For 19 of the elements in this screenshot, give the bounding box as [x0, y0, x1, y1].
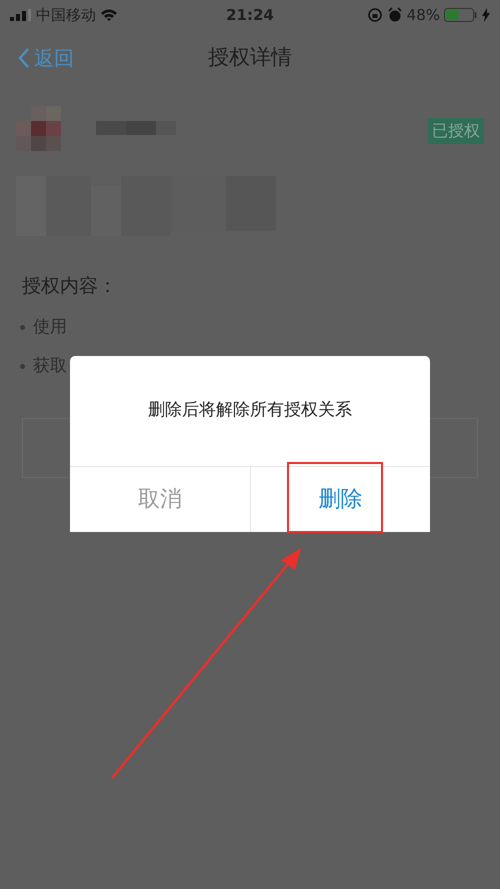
status-time: 21:24 — [226, 4, 274, 26]
page-title: 授权详情 — [208, 44, 292, 72]
charging-icon — [482, 8, 490, 22]
delete-button[interactable]: 删除 — [250, 466, 430, 532]
authorized-tag: 已授权 — [428, 118, 484, 144]
battery-icon — [444, 8, 478, 22]
dialog-message: 删除后将解除所有授权关系 — [148, 399, 352, 422]
signal-icon — [10, 9, 32, 21]
wifi-icon — [100, 8, 118, 22]
bullet-icon — [20, 364, 25, 370]
alarm-icon — [386, 7, 403, 23]
rotation-lock-icon — [366, 7, 383, 23]
battery-percent: 48% — [406, 4, 440, 26]
back-button[interactable]: 返回 — [0, 43, 74, 73]
carrier-name: 中国移动 — [36, 4, 96, 26]
section-title: 授权内容： — [21, 274, 118, 299]
bullet-icon — [20, 324, 25, 330]
cancel-button[interactable]: 取消 — [70, 466, 250, 532]
back-chevron-icon — [18, 47, 30, 69]
